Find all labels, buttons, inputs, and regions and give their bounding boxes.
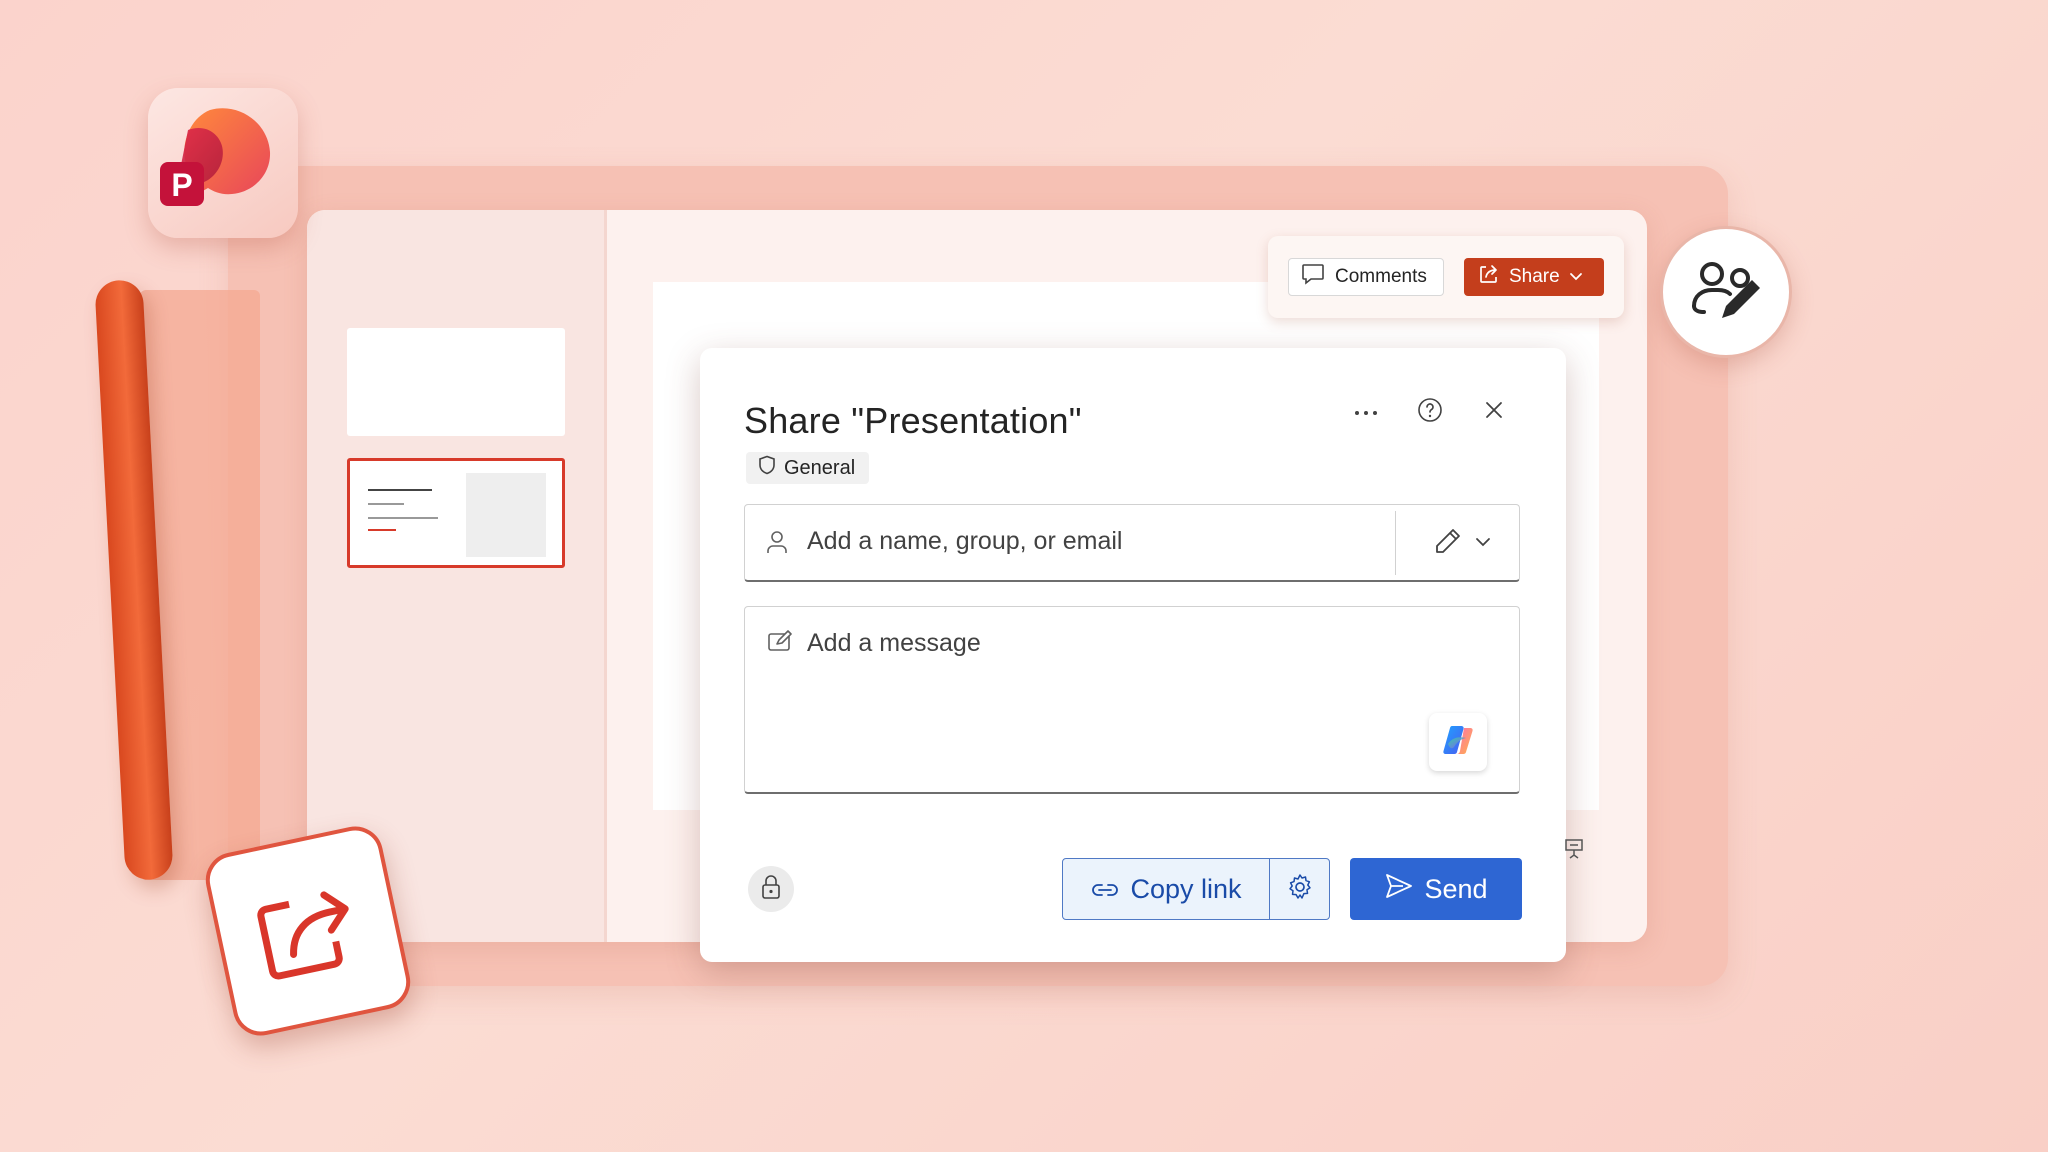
compose-icon: [767, 629, 793, 658]
share-dialog: Share "Presentation" General Add a name,…: [700, 348, 1566, 962]
chevron-down-icon: [1569, 266, 1583, 288]
sensitivity-badge[interactable]: General: [746, 452, 870, 484]
people-edit-icon: [1660, 226, 1792, 358]
slide-thumbnail-1[interactable]: [347, 328, 565, 436]
gear-icon: [1286, 873, 1314, 906]
comments-button[interactable]: Comments: [1288, 258, 1444, 296]
pencil-icon: [1433, 526, 1463, 561]
copilot-icon: [1440, 724, 1476, 761]
people-picker-placeholder: Add a name, group, or email: [807, 527, 1123, 555]
message-placeholder: Add a message: [807, 629, 981, 657]
powerpoint-logo: P: [148, 88, 298, 238]
help-icon: [1417, 397, 1443, 428]
copy-link-button[interactable]: Copy link: [1063, 859, 1269, 919]
link-icon: [1090, 874, 1120, 905]
svg-text:P: P: [171, 167, 192, 203]
more-options-button[interactable]: [1346, 392, 1386, 432]
thumb-text-line: [368, 503, 404, 505]
send-icon: [1384, 872, 1414, 907]
share-icon: [1478, 263, 1500, 291]
presenter-icon[interactable]: [1564, 838, 1584, 865]
message-textarea[interactable]: Add a message: [744, 606, 1520, 794]
share-button[interactable]: Share: [1464, 258, 1604, 296]
permission-dropdown[interactable]: [1413, 519, 1509, 567]
person-icon: [765, 529, 789, 560]
sensitivity-label: General: [784, 456, 856, 479]
shield-icon: [758, 455, 776, 481]
dialog-title: Share "Presentation": [744, 400, 1082, 441]
copy-link-label: Copy link: [1130, 873, 1242, 904]
share-label: Share: [1509, 266, 1560, 287]
input-divider: [1395, 511, 1396, 575]
copilot-button[interactable]: [1429, 713, 1487, 771]
thumb-text-line: [368, 517, 438, 519]
lock-icon: [760, 874, 782, 905]
send-button[interactable]: Send: [1350, 858, 1522, 920]
close-icon: [1484, 400, 1504, 425]
share-toolbar: Comments Share: [1268, 236, 1624, 318]
thumb-accent-line: [368, 529, 396, 531]
comment-icon: [1301, 263, 1325, 291]
chevron-down-icon: [1475, 534, 1491, 552]
comments-label: Comments: [1335, 266, 1427, 287]
close-button[interactable]: [1474, 392, 1514, 432]
slide-thumbnail-2[interactable]: [347, 458, 565, 568]
more-icon: [1354, 403, 1378, 421]
link-settings-button[interactable]: [1270, 859, 1329, 919]
thumb-image-placeholder: [466, 473, 546, 557]
share-arrow-icon: [200, 821, 416, 1041]
help-button[interactable]: [1410, 392, 1450, 432]
link-settings-lock-button[interactable]: [748, 866, 794, 912]
send-label: Send: [1424, 873, 1488, 904]
people-picker-input[interactable]: Add a name, group, or email: [744, 504, 1520, 582]
thumb-heading-line: [368, 489, 432, 491]
copy-link-split-button: Copy link: [1062, 858, 1330, 920]
